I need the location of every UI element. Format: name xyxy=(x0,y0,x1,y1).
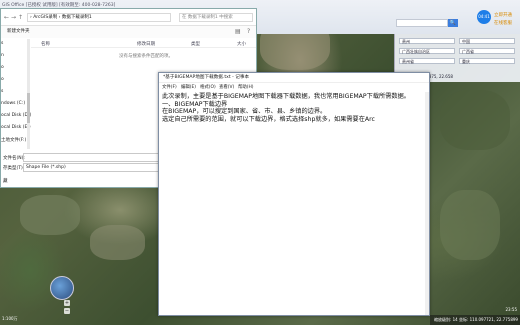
nav-item[interactable]: s xyxy=(1,89,3,94)
nav-item-f-drive[interactable]: 土地文件(F:) xyxy=(1,137,26,143)
zoom-in-button[interactable]: + xyxy=(64,300,70,306)
notepad-scrollbar[interactable] xyxy=(425,92,429,315)
notepad-window: *基于BIGEMAP地图下载数据.txt - 记事本 文件(F) 编辑(E) 格… xyxy=(158,72,430,316)
column-headers: 名称 修改日期 类型 大小 xyxy=(31,39,256,48)
nav-scrollbar[interactable] xyxy=(27,39,30,149)
new-folder-button[interactable]: 新建文件夹 xyxy=(1,26,256,38)
menu-help[interactable]: 帮助(H) xyxy=(238,83,254,92)
nav-item[interactable]: s xyxy=(1,41,3,46)
nav-item[interactable]: n xyxy=(1,53,4,58)
col-size[interactable]: 大小 xyxy=(237,41,246,47)
view-options-icon[interactable]: ▤ xyxy=(235,28,243,36)
filename-label: 文件名(N): xyxy=(3,156,25,161)
map-search-input[interactable] xyxy=(396,19,448,27)
nav-item[interactable]: o xyxy=(1,65,4,70)
col-modified[interactable]: 修改日期 xyxy=(137,41,155,47)
vip-link[interactable]: 立即开通 xyxy=(494,12,512,18)
empty-message: 没有与搜索条件匹配的项。 xyxy=(119,54,173,59)
hide-folders-toggle[interactable]: 藏 xyxy=(3,178,8,184)
help-icon[interactable]: ? xyxy=(247,28,255,36)
zoom-out-button[interactable]: − xyxy=(64,308,70,314)
nav-item-c-drive[interactable]: ndows (C:) xyxy=(1,101,25,106)
search-icon[interactable]: 🔍 xyxy=(448,19,458,27)
globe-minimap[interactable] xyxy=(50,276,74,300)
text-line: 选定自己所需要的范围，就可以下载边界，格式选择shp就多，如果需要在Arc xyxy=(162,115,375,123)
map-status-bar: 缩放级别: 14 坐标: 110.097721, 22.775899 xyxy=(430,315,520,325)
system-clock: 23:55 xyxy=(505,307,517,312)
path-breadcrumb[interactable]: › ArcGIS录制 › 数据下载录制1 xyxy=(27,13,171,22)
filetype-label: 存类型(T): xyxy=(3,166,25,171)
region-select-5[interactable]: 贵州省 xyxy=(399,58,455,64)
back-icon[interactable]: ← xyxy=(4,14,9,21)
menu-format[interactable]: 格式(O) xyxy=(200,83,216,92)
region-select-2[interactable]: 中国 xyxy=(459,38,515,44)
region-select-6[interactable]: 重庆 xyxy=(459,58,515,64)
service-link[interactable]: 在线客服 xyxy=(494,20,512,26)
col-name[interactable]: 名称 xyxy=(41,41,50,47)
text-line: 此次录制，主要是基于BIGEMAP地图下载器下载数据，我也常用BIGEMAP下载… xyxy=(162,93,410,100)
col-type[interactable]: 类型 xyxy=(191,41,200,47)
menu-file[interactable]: 文件(F) xyxy=(162,83,177,92)
timer-badge[interactable]: 04:41 xyxy=(477,10,491,24)
notepad-menubar: 文件(F) 编辑(E) 格式(O) 查看(V) 帮助(H) xyxy=(159,83,429,92)
text-line: 在BIGEMAP，可以搜定到国家、省、市、县、乡镇的边界。 xyxy=(162,108,327,116)
nav-pane: s n o o s ndows (C:) ocal Disk (D:) ocal… xyxy=(1,39,31,155)
notepad-text[interactable]: 此次录制，主要是基于BIGEMAP地图下载器下载数据，我也常用BIGEMAP下载… xyxy=(162,93,424,123)
menu-view[interactable]: 查看(V) xyxy=(219,83,234,92)
notepad-title: *基于BIGEMAP地图下载数据.txt - 记事本 xyxy=(159,73,429,83)
address-bar: ← → ↑ › ArcGIS录制 › 数据下载录制1 在 数据下载录制1 中搜索 xyxy=(1,9,256,26)
region-select-4[interactable]: 广西省 xyxy=(459,48,515,54)
folder-search-input[interactable]: 在 数据下载录制1 中搜索 xyxy=(179,13,253,22)
scale-bar: 1:100万 xyxy=(2,316,18,321)
forward-icon[interactable]: → xyxy=(11,14,16,21)
region-select-1[interactable]: 贵州 xyxy=(399,38,455,44)
up-icon[interactable]: ↑ xyxy=(18,14,23,21)
region-select-3[interactable]: 广西壮族自治区 xyxy=(399,48,455,54)
nav-item[interactable]: o xyxy=(1,77,4,82)
menu-edit[interactable]: 编辑(E) xyxy=(181,83,196,92)
